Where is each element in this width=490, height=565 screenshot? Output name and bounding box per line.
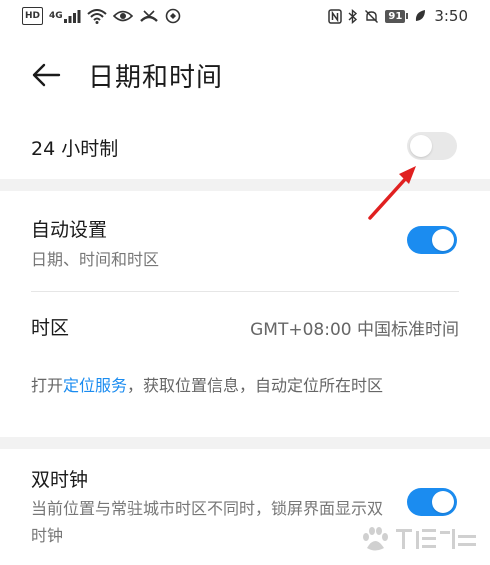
hour24-label: 24 小时制 xyxy=(31,138,119,160)
vpn-icon xyxy=(165,8,181,24)
toggle-knob xyxy=(432,491,454,513)
auto-setting-row[interactable]: 自动设置 日期、时间和时区 xyxy=(0,191,490,291)
timezone-value: GMT+08:00 中国标准时间 xyxy=(250,320,459,340)
status-left: HD 4G xyxy=(22,7,181,25)
location-info-text: 打开定位服务，获取位置信息，自动定位所在时区 xyxy=(31,372,459,399)
hour24-toggle[interactable] xyxy=(407,132,457,160)
dual-clock-toggle[interactable] xyxy=(407,488,457,516)
wifi-icon xyxy=(87,8,107,24)
info-prefix: 打开 xyxy=(31,376,64,395)
network-label: 4G xyxy=(49,11,63,21)
nfc-icon xyxy=(328,8,343,24)
hour24-row[interactable]: 24 小时制 xyxy=(0,115,490,179)
app-header: 日期和时间 xyxy=(0,40,490,110)
mute-bell-icon xyxy=(364,8,379,24)
dual-clock-label: 双时钟 xyxy=(31,469,89,491)
section-gap xyxy=(0,179,490,191)
timezone-row[interactable]: 时区 GMT+08:00 中国标准时间 xyxy=(0,292,490,358)
status-right: 91 3:50 xyxy=(328,7,468,25)
status-time: 3:50 xyxy=(434,7,468,25)
status-bar: HD 4G 91 3:50 xyxy=(0,0,490,32)
back-button[interactable] xyxy=(28,60,64,90)
dual-clock-sublabel: 当前位置与常驻城市时区不同时，锁屏界面显示双时钟 xyxy=(31,499,384,545)
battery-level: 91 xyxy=(385,9,406,23)
baidu-watermark-icon xyxy=(363,527,476,551)
timezone-label: 时区 xyxy=(31,317,70,339)
leaf-icon xyxy=(414,8,426,24)
eye-icon xyxy=(112,8,133,24)
location-service-link[interactable]: 定位服务 xyxy=(63,376,127,395)
missed-call-icon xyxy=(139,8,159,24)
bluetooth-icon xyxy=(348,8,358,24)
page-title: 日期和时间 xyxy=(88,63,224,93)
auto-setting-toggle[interactable] xyxy=(407,226,457,254)
toggle-knob xyxy=(432,229,454,251)
info-suffix: ，获取位置信息，自动定位所在时区 xyxy=(127,376,384,395)
toggle-knob xyxy=(410,135,432,157)
auto-setting-sublabel: 日期、时间和时区 xyxy=(31,250,160,269)
back-arrow-icon xyxy=(32,63,61,87)
screen: HD 4G 91 3:50 日期和时间 24 小时制 自动设置 日期、时间和时区… xyxy=(0,0,490,565)
4g-signal-icon: 4G xyxy=(49,8,81,24)
battery-tip xyxy=(406,13,409,19)
hd-icon: HD xyxy=(22,7,44,25)
section-gap xyxy=(0,437,490,449)
auto-setting-label: 自动设置 xyxy=(31,219,108,241)
battery-icon: 91 xyxy=(385,9,409,23)
